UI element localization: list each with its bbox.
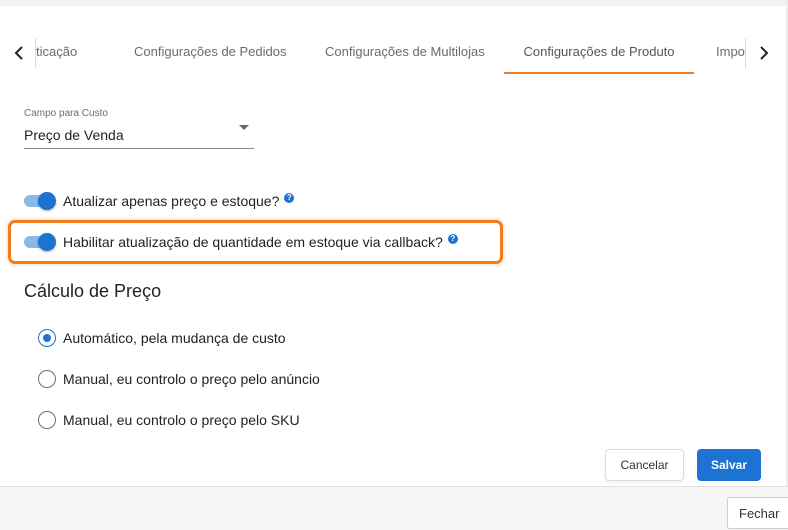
price-calc-title: Cálculo de Preço	[24, 281, 162, 301]
cost-field-select[interactable]: Preço de Venda	[24, 120, 254, 149]
caret-down-icon	[239, 125, 249, 130]
toggle-thumb	[38, 233, 56, 251]
dialog-footer: Fechar	[0, 486, 788, 530]
tab-list: ticação Configurações de Pedidos Configu…	[36, 32, 746, 74]
tab-scroll-left-button[interactable]	[4, 36, 34, 70]
help-icon[interactable]: ?	[284, 193, 295, 203]
chevron-left-icon	[14, 46, 23, 60]
update-price-stock-toggle[interactable]	[24, 192, 56, 210]
cancel-button[interactable]: Cancelar	[605, 449, 684, 481]
tab-configuracoes-pedidos[interactable]: Configurações de Pedidos	[134, 32, 287, 74]
radio-label: Manual, eu controlo o preço pelo SKU	[63, 412, 300, 428]
tab-importacao[interactable]: Impo	[716, 32, 745, 74]
toggle-row-callback-stock: Habilitar atualização de quantidade em e…	[24, 231, 458, 253]
radio-label: Manual, eu controlo o preço pelo anúncio	[63, 371, 320, 387]
tab-configuracoes-produto[interactable]: Configurações de Produto	[504, 32, 694, 74]
tab-scroll-right-button[interactable]	[749, 36, 779, 70]
update-price-stock-label: Atualizar apenas preço e estoque?	[63, 193, 280, 209]
callback-stock-toggle[interactable]	[24, 233, 56, 251]
cost-field-value: Preço de Venda	[24, 127, 124, 143]
close-button[interactable]: Fechar	[727, 497, 788, 529]
radio-option-manual-listing[interactable]: Manual, eu controlo o preço pelo anúncio	[38, 369, 320, 389]
chevron-right-icon	[760, 46, 769, 60]
radio-button[interactable]	[38, 370, 56, 388]
tab-configuracoes-multilojas[interactable]: Configurações de Multilojas	[325, 32, 485, 74]
radio-option-manual-sku[interactable]: Manual, eu controlo o preço pelo SKU	[38, 410, 300, 430]
tab-autenticacao[interactable]: ticação	[36, 32, 77, 74]
radio-button[interactable]	[38, 329, 56, 347]
radio-button[interactable]	[38, 411, 56, 429]
save-button[interactable]: Salvar	[697, 449, 761, 481]
radio-option-automatic[interactable]: Automático, pela mudança de custo	[38, 328, 286, 348]
cost-field-label: Campo para Custo	[24, 108, 108, 119]
tab-divider	[745, 38, 746, 68]
radio-label: Automático, pela mudança de custo	[63, 330, 286, 346]
top-strip	[0, 0, 788, 6]
tab-bar: ticação Configurações de Pedidos Configu…	[0, 32, 786, 74]
toggle-row-update-price-stock: Atualizar apenas preço e estoque? ?	[24, 190, 295, 212]
help-icon[interactable]: ?	[447, 234, 458, 244]
toggle-thumb	[38, 192, 56, 210]
callback-stock-label: Habilitar atualização de quantidade em e…	[63, 234, 443, 250]
